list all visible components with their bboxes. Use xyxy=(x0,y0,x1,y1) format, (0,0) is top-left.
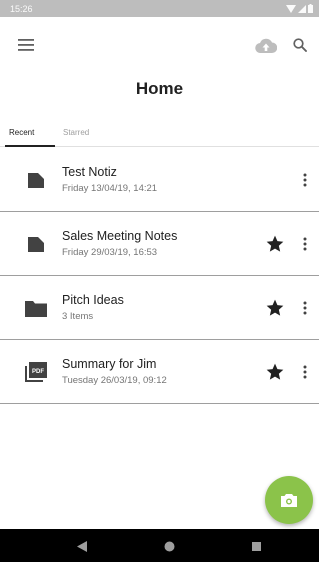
file-name: Test Notiz xyxy=(62,165,117,179)
file-meta: Friday 29/03/19, 16:53 xyxy=(62,247,158,258)
hamburger-menu-icon xyxy=(18,39,34,51)
signal-icon xyxy=(298,4,306,13)
star-button[interactable] xyxy=(264,233,286,255)
tab-bar: Recent Starred xyxy=(0,125,319,147)
star-button[interactable] xyxy=(264,361,286,383)
list-item[interactable]: Pitch Ideas 3 Items xyxy=(0,276,319,340)
page-title: Home xyxy=(135,79,184,98)
more-options-button[interactable] xyxy=(298,362,312,382)
home-button[interactable] xyxy=(161,538,177,554)
star-icon xyxy=(266,363,284,380)
more-vert-icon xyxy=(303,173,307,187)
recents-square-icon xyxy=(251,541,261,551)
battery-icon xyxy=(308,4,313,13)
back-triangle-icon xyxy=(77,540,87,552)
search-icon xyxy=(293,38,307,52)
pdf-badge-text: PDF xyxy=(32,369,44,375)
list-item[interactable]: Sales Meeting Notes Friday 29/03/19, 16:… xyxy=(0,212,319,276)
tab-starred[interactable]: Starred xyxy=(63,128,89,137)
app-bar xyxy=(0,17,319,77)
note-icon xyxy=(28,173,44,188)
more-vert-icon xyxy=(303,365,307,379)
more-options-button[interactable] xyxy=(298,234,312,254)
file-meta: Tuesday 26/03/19, 09:12 xyxy=(62,375,167,386)
pdf-icon: PDF xyxy=(25,362,47,382)
wifi-icon xyxy=(286,4,296,13)
cloud-upload-button[interactable] xyxy=(252,33,280,57)
status-icons xyxy=(286,4,313,13)
home-circle-icon xyxy=(164,541,174,551)
file-meta: Friday 13/04/19, 14:21 xyxy=(62,183,158,194)
file-name: Pitch Ideas xyxy=(62,293,124,307)
status-time: 15:26 xyxy=(10,3,33,14)
status-bar: 15:26 xyxy=(0,0,319,17)
more-vert-icon xyxy=(303,301,307,315)
cloud-upload-icon xyxy=(255,38,277,53)
tab-indicator xyxy=(5,145,55,147)
file-meta: 3 Items xyxy=(62,311,94,322)
star-button[interactable] xyxy=(264,297,286,319)
folder-icon xyxy=(25,301,47,317)
more-options-button[interactable] xyxy=(298,298,312,318)
recents-button[interactable] xyxy=(248,538,264,554)
file-list: Test Notiz Friday 13/04/19, 14:21 Sales … xyxy=(0,148,319,404)
star-icon xyxy=(266,235,284,252)
navigation-bar xyxy=(0,529,319,562)
camera-icon xyxy=(281,493,297,507)
file-name: Sales Meeting Notes xyxy=(62,229,178,243)
search-button[interactable] xyxy=(288,33,312,57)
star-icon xyxy=(266,299,284,316)
file-name: Summary for Jim xyxy=(62,357,157,371)
camera-fab-button[interactable] xyxy=(265,476,313,524)
back-button[interactable] xyxy=(74,538,90,554)
menu-button[interactable] xyxy=(14,33,38,57)
more-vert-icon xyxy=(303,237,307,251)
tab-recent[interactable]: Recent xyxy=(9,128,34,137)
more-options-button[interactable] xyxy=(298,170,312,190)
note-icon xyxy=(28,237,44,252)
list-item[interactable]: Test Notiz Friday 13/04/19, 14:21 xyxy=(0,148,319,212)
list-item[interactable]: PDF Summary for Jim Tuesday 26/03/19, 09… xyxy=(0,340,319,404)
